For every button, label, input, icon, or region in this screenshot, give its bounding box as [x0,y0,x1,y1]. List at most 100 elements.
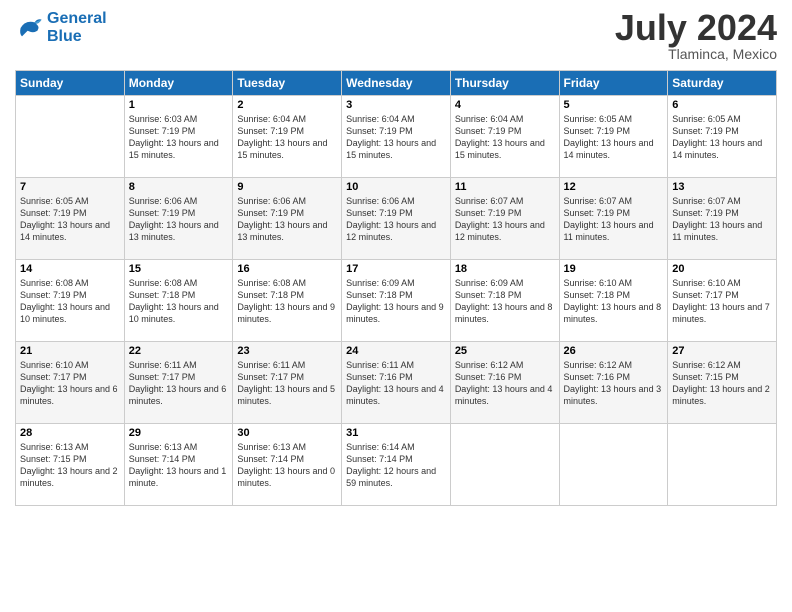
day-number: 14 [20,263,120,275]
calendar-cell-w5-d5 [450,424,559,506]
col-sunday: Sunday [16,71,125,96]
day-number: 27 [672,345,772,357]
sunrise-text: Sunrise: 6:08 AM [237,278,306,288]
daylight-text: Daylight: 12 hours and 59 minutes. [346,466,436,488]
calendar-cell-w3-d4: 17 Sunrise: 6:09 AMSunset: 7:18 PMDayligh… [342,260,451,342]
daylight-text: Daylight: 13 hours and 0 minutes. [237,466,335,488]
day-number: 29 [129,427,229,439]
day-number: 12 [564,181,664,193]
col-wednesday: Wednesday [342,71,451,96]
daylight-text: Daylight: 13 hours and 5 minutes. [237,384,335,406]
day-info: Sunrise: 6:10 AMSunset: 7:17 PMDaylight:… [672,277,772,326]
daylight-text: Daylight: 13 hours and 13 minutes. [237,220,327,242]
sunrise-text: Sunrise: 6:05 AM [564,114,633,124]
day-number: 1 [129,99,229,111]
col-saturday: Saturday [668,71,777,96]
sunset-text: Sunset: 7:19 PM [455,126,522,136]
day-number: 8 [129,181,229,193]
daylight-text: Daylight: 13 hours and 3 minutes. [564,384,662,406]
daylight-text: Daylight: 13 hours and 13 minutes. [129,220,219,242]
sunset-text: Sunset: 7:16 PM [564,372,631,382]
day-info: Sunrise: 6:12 AM Sunset: 7:16 PM Daylight:… [564,359,664,408]
sunset-text: Sunset: 7:19 PM [129,208,196,218]
day-info: Sunrise: 6:03 AMSunset: 7:19 PMDaylight:… [129,113,229,162]
sunrise-text: Sunrise: 6:13 AM [237,442,306,452]
calendar-cell-w4-d1: 21Sunrise: 6:10 AMSunset: 7:17 PMDayligh… [16,342,125,424]
daylight-text: Daylight: 13 hours and 14 minutes. [564,138,654,160]
sunrise-text: Sunrise: 6:10 AM [672,278,741,288]
sunset-text: Sunset: 7:19 PM [455,208,522,218]
calendar-cell-w5-d7 [668,424,777,506]
day-number: 4 [455,99,555,111]
day-number: 2 [237,99,337,111]
sunset-text: Sunset: 7:19 PM [346,126,413,136]
logo-bird-icon [15,14,43,42]
calendar-cell-w5-d6 [559,424,668,506]
sunrise-text: Sunrise: 6:11 AM [129,360,197,370]
sunrise-text: Sunrise: 6:06 AM [237,196,306,206]
day-info: Sunrise: 6:14 AMSunset: 7:14 PMDaylight:… [346,441,446,490]
logo-text: General Blue [47,10,107,45]
day-info: Sunrise: 6:13 AMSunset: 7:14 PMDaylight:… [129,441,229,490]
day-info: Sunrise: 6:11 AMSunset: 7:17 PMDaylight:… [237,359,337,408]
day-info: Sunrise: 6:07 AMSunset: 7:19 PMDaylight:… [672,195,772,244]
day-info: Sunrise: 6:11 AMSunset: 7:17 PMDaylight:… [129,359,229,408]
day-number: 7 [20,181,120,193]
calendar-cell-w2-d6: 12Sunrise: 6:07 AMSunset: 7:19 PMDayligh… [559,178,668,260]
calendar-cell-w4-d7: 27 Sunrise: 6:12 AMSunset: 7:15 PMDayligh… [668,342,777,424]
sunset-text: Sunset: 7:19 PM [564,208,631,218]
daylight-text: Daylight: 13 hours and 15 minutes. [455,138,545,160]
daylight-text: Daylight: 13 hours and 10 minutes. [20,302,110,324]
day-number: 26 [564,345,664,357]
day-info: Sunrise: 6:12 AMSunset: 7:15 PMDaylight:… [672,359,772,408]
sunrise-text: Sunrise: 6:09 AM [346,278,415,288]
sunset-text: Sunset: 7:16 PM [346,372,413,382]
calendar-cell-w1-d1 [16,96,125,178]
sunrise-text: Sunrise: 6:12 AM [564,360,633,370]
sunrise-text: Sunrise: 6:10 AM [20,360,89,370]
sunrise-text: Sunrise: 6:13 AM [129,442,198,452]
daylight-text: Daylight: 13 hours and 4 minutes. [346,384,444,406]
calendar-cell-w3-d1: 14 Sunrise: 6:08 AMSunset: 7:19 PMDayligh… [16,260,125,342]
week-row-3: 14 Sunrise: 6:08 AMSunset: 7:19 PMDayligh… [16,260,777,342]
day-number: 13 [672,181,772,193]
day-info: Sunrise: 6:04 AMSunset: 7:19 PMDaylight:… [455,113,555,162]
daylight-text: Daylight: 13 hours and 10 minutes. [129,302,219,324]
sunset-text: Sunset: 7:16 PM [455,372,522,382]
calendar-cell-w1-d2: 1 Sunrise: 6:03 AMSunset: 7:19 PMDaylight… [124,96,233,178]
sunset-text: Sunset: 7:19 PM [237,208,304,218]
day-number: 24 [346,345,446,357]
day-number: 3 [346,99,446,111]
sunrise-text: Sunrise: 6:03 AM [129,114,198,124]
sunrise-text: Sunrise: 6:13 AM [20,442,89,452]
day-number: 28 [20,427,120,439]
day-number: 19 [564,263,664,275]
calendar-cell-w4-d4: 24 Sunrise: 6:11 AMSunset: 7:16 PMDayligh… [342,342,451,424]
sunset-text: Sunset: 7:14 PM [237,454,304,464]
daylight-text: Daylight: 13 hours and 2 minutes. [20,466,118,488]
col-friday: Friday [559,71,668,96]
sunrise-text: Sunrise: 6:05 AM [672,114,741,124]
day-info: Sunrise: 6:08 AMSunset: 7:19 PMDaylight:… [20,277,120,326]
daylight-text: Daylight: 13 hours and 15 minutes. [346,138,436,160]
week-row-1: 1Sunrise: 6:03 AMSunset: 7:19 PMDaylight… [16,96,777,178]
calendar-cell-w3-d5: 18Sunrise: 6:09 AMSunset: 7:18 PMDayligh… [450,260,559,342]
calendar-cell-w4-d5: 25Sunrise: 6:12 AMSunset: 7:16 PMDayligh… [450,342,559,424]
col-monday: Monday [124,71,233,96]
sunset-text: Sunset: 7:18 PM [237,290,304,300]
day-number: 31 [346,427,446,439]
day-number: 17 [346,263,446,275]
sunset-text: Sunset: 7:18 PM [129,290,196,300]
sunrise-text: Sunrise: 6:04 AM [237,114,306,124]
day-info: Sunrise: 6:06 AM Sunset: 7:19 PM Daylight:… [237,195,337,244]
sunrise-text: Sunrise: 6:08 AM [129,278,198,288]
daylight-text: Daylight: 13 hours and 12 minutes. [346,220,436,242]
day-info: Sunrise: 6:11 AMSunset: 7:16 PMDaylight:… [346,359,446,408]
calendar-cell-w5-d3: 30Sunrise: 6:13 AMSunset: 7:14 PMDayligh… [233,424,342,506]
day-info: Sunrise: 6:09 AMSunset: 7:18 PMDaylight:… [346,277,446,326]
day-number: 22 [129,345,229,357]
sunset-text: Sunset: 7:17 PM [237,372,304,382]
calendar-cell-w2-d5: 11Sunrise: 6:07 AMSunset: 7:19 PMDayligh… [450,178,559,260]
day-number: 5 [564,99,664,111]
sunrise-text: Sunrise: 6:07 AM [672,196,741,206]
